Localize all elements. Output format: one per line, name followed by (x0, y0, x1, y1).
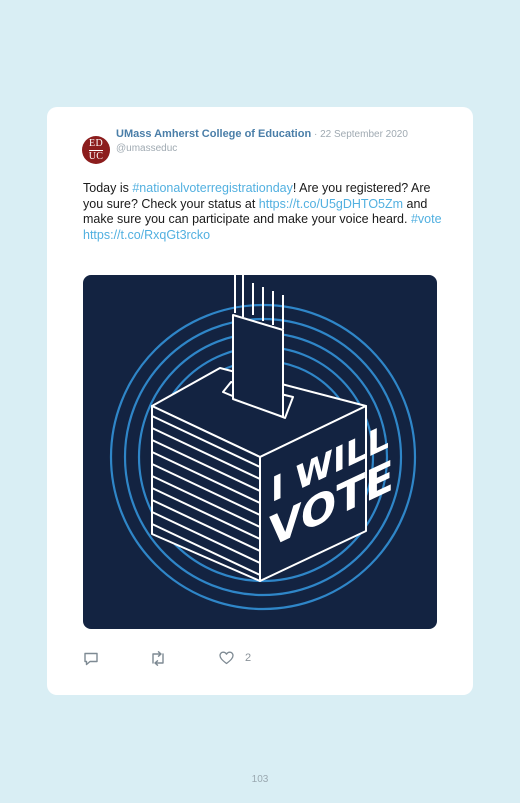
avatar-text-bottom: UC (88, 150, 104, 162)
reply-icon (84, 652, 98, 666)
hashtag-link[interactable]: #nationalvoterregistrationday (132, 181, 293, 195)
ballot-box-illustration: I WILL VOTE (109, 275, 417, 611)
avatar[interactable]: ED UC (82, 136, 110, 164)
heart-icon (219, 651, 234, 665)
page-number: 103 (251, 774, 269, 785)
tweet-card: ED UC UMass Amherst College of Education… (47, 107, 473, 695)
tweet-image[interactable]: I WILL VOTE (83, 275, 437, 629)
separator: · (311, 129, 321, 140)
like-count: 2 (245, 652, 252, 664)
tweet-date[interactable]: 22 September 2020 (320, 129, 408, 140)
tweet-actions: 2 (83, 651, 443, 667)
author-handle[interactable]: @umasseduc (116, 143, 416, 154)
retweet-button[interactable] (149, 651, 167, 666)
url-link[interactable]: https://t.co/U5gDHTO5Zm (259, 197, 403, 211)
author-name[interactable]: UMass Amherst College of Education (116, 128, 311, 140)
hashtag-link[interactable]: #vote (411, 212, 442, 226)
like-button[interactable]: 2 (219, 651, 251, 665)
text-segment: Today is (83, 181, 133, 195)
reply-button[interactable] (83, 651, 99, 666)
avatar-text-top: ED (89, 137, 103, 151)
tweet-text: Today is #nationalvoterregistrationday! … (83, 181, 443, 243)
tweet-header: UMass Amherst College of Education · 22 … (116, 124, 416, 154)
retweet-icon (152, 651, 164, 666)
url-link[interactable]: https://t.co/RxqGt3rcko (83, 228, 210, 242)
